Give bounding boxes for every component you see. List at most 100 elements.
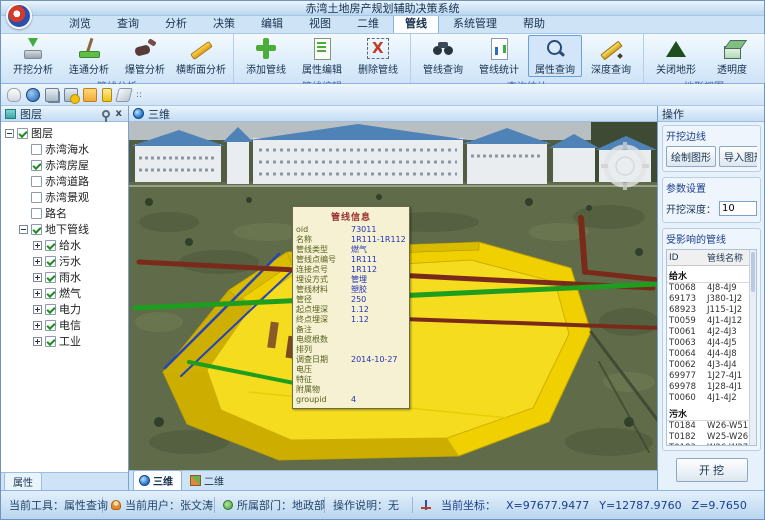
expand-toggle-icon[interactable]: [33, 257, 42, 266]
ribbon-button-depth[interactable]: 深度查询: [584, 35, 638, 77]
tree-item-给水[interactable]: 给水: [5, 237, 128, 253]
ribbon-buttons: 添加管线属性编辑删除管线: [239, 35, 405, 77]
cell-id: T0059: [667, 316, 705, 327]
layer-checkbox[interactable]: [31, 192, 42, 203]
ribbon-button-query[interactable]: 管线查询: [416, 35, 470, 77]
tree-item-赤湾房屋[interactable]: 赤湾房屋: [5, 157, 128, 173]
table-row[interactable]: 699771J27-4J1: [667, 371, 756, 382]
layer-checkbox[interactable]: [31, 144, 42, 155]
table-row[interactable]: T0182W25-W26: [667, 431, 756, 442]
table-row[interactable]: T00684J8-4J9: [667, 283, 756, 294]
tree-item-赤湾海水[interactable]: 赤湾海水: [5, 141, 128, 157]
ribbon-button-section[interactable]: 横断面分析: [174, 35, 228, 77]
excavate-button[interactable]: 开 挖: [676, 458, 748, 482]
ribbon-button-attredit[interactable]: 属性编辑: [295, 35, 349, 77]
popup-field-label: 管线点编号: [296, 255, 351, 265]
layer-checkbox[interactable]: [45, 272, 56, 283]
table-row[interactable]: 68923J115-1J2: [667, 305, 756, 316]
transparency-icon: [720, 38, 744, 60]
status-user-text: 当前用户：张文涛: [125, 497, 213, 513]
table-row[interactable]: T00624J3-4J4: [667, 360, 756, 371]
expand-toggle-icon[interactable]: [19, 225, 28, 234]
expand-toggle-icon[interactable]: [33, 289, 42, 298]
section-icon: [189, 38, 213, 60]
ribbon-button-excavate[interactable]: 开挖分析: [6, 35, 60, 77]
operation-panel-body: 开挖边线 绘制图形导入图形 参数设置 开挖深度： 受影响的管线 ID管线名称给水…: [658, 122, 764, 490]
table-row[interactable]: 69173J380-1J2: [667, 294, 756, 305]
screen-flag-icon[interactable]: [64, 88, 78, 102]
table-row[interactable]: T0183W26-W27: [667, 442, 756, 446]
ribbon-button-terrain[interactable]: 关闭地形: [649, 35, 703, 77]
ribbon-button-add[interactable]: 添加管线: [239, 35, 293, 77]
tree-item-图层[interactable]: 图层: [5, 125, 128, 141]
close-icon[interactable]: x: [114, 108, 124, 119]
tree-item-地下管线[interactable]: 地下管线: [5, 221, 128, 237]
tree-item-电信[interactable]: 电信: [5, 317, 128, 333]
layer-checkbox[interactable]: [31, 224, 42, 235]
layer-checkbox[interactable]: [45, 256, 56, 267]
tree-item-污水[interactable]: 污水: [5, 253, 128, 269]
toolbar-overflow-icon[interactable]: ::: [136, 90, 142, 100]
scene-3d[interactable]: 管线信息 oid73011名称1R111-1R112管线类型燃气管线点编号1R1…: [129, 122, 657, 470]
popup-row: groupid4: [296, 395, 406, 405]
ribbon-button-delete[interactable]: 删除管线: [351, 35, 405, 77]
battery-icon[interactable]: [102, 88, 112, 102]
tree-item-路名[interactable]: 路名: [5, 205, 128, 221]
view-tab-二维[interactable]: 二维: [184, 470, 233, 490]
expand-toggle-icon[interactable]: [33, 305, 42, 314]
expand-toggle-icon[interactable]: [33, 241, 42, 250]
app-logo-icon[interactable]: [6, 3, 32, 29]
tree-item-赤湾道路[interactable]: 赤湾道路: [5, 173, 128, 189]
pin-icon[interactable]: [102, 110, 110, 118]
layer-checkbox[interactable]: [45, 240, 56, 251]
popup-row: 排列: [296, 345, 406, 355]
table-row[interactable]: T00604J1-4J2: [667, 393, 756, 404]
ribbon-button-burst[interactable]: 爆管分析: [118, 35, 172, 77]
ribbon-group: 关闭地形透明度地形视图: [644, 34, 765, 83]
tree-item-赤湾景观[interactable]: 赤湾景观: [5, 189, 128, 205]
expand-toggle-icon[interactable]: [5, 129, 14, 138]
depth-icon: [599, 38, 623, 60]
layers-icon[interactable]: [115, 88, 132, 102]
ribbon-button-transparency[interactable]: 透明度: [705, 35, 759, 77]
ribbon-button-label: 属性编辑: [302, 61, 342, 76]
edge-button-导入图形[interactable]: 导入图形: [719, 146, 757, 167]
table-row[interactable]: T00634J4-4J5: [667, 338, 756, 349]
globe-icon[interactable]: [26, 88, 40, 102]
network-icon[interactable]: [45, 88, 59, 102]
expand-toggle-icon[interactable]: [33, 321, 42, 330]
layer-checkbox[interactable]: [31, 208, 42, 219]
expand-toggle-icon[interactable]: [33, 337, 42, 346]
status-department-text: 所属部门：地政部: [237, 497, 325, 513]
layer-checkbox[interactable]: [45, 288, 56, 299]
ribbon-group: 管线查询管线统计属性查询深度查询查询统计: [411, 34, 644, 83]
edge-button-绘制图形[interactable]: 绘制图形: [666, 146, 716, 167]
tree-item-label: 给水: [59, 237, 81, 253]
layer-checkbox[interactable]: [31, 160, 42, 171]
table-row[interactable]: T0184W26-W51: [667, 420, 756, 431]
table-scrollbar[interactable]: [749, 250, 756, 445]
ribbon-button-attrquery[interactable]: 属性查询: [528, 35, 582, 77]
layer-checkbox[interactable]: [17, 128, 28, 139]
view-tab-三维[interactable]: 三维: [133, 470, 182, 490]
layer-checkbox[interactable]: [45, 304, 56, 315]
tree-item-电力[interactable]: 电力: [5, 301, 128, 317]
layer-checkbox[interactable]: [31, 176, 42, 187]
tab-properties[interactable]: 属性: [4, 472, 42, 490]
pan-icon[interactable]: [7, 88, 21, 102]
table-row[interactable]: 699781J28-4J1: [667, 382, 756, 393]
layer-checkbox[interactable]: [45, 320, 56, 331]
cell-id: 69173: [667, 294, 705, 305]
layer-checkbox[interactable]: [45, 336, 56, 347]
ribbon-button-stat[interactable]: 管线统计: [472, 35, 526, 77]
depth-input[interactable]: [719, 201, 757, 216]
table-row[interactable]: T00614J2-4J3: [667, 327, 756, 338]
card-icon[interactable]: [83, 88, 97, 102]
table-row[interactable]: T00594J1-4J12: [667, 316, 756, 327]
table-row[interactable]: T00644J4-4J8: [667, 349, 756, 360]
ribbon-button-connect[interactable]: 连通分析: [62, 35, 116, 77]
expand-toggle-icon[interactable]: [33, 273, 42, 282]
tree-item-雨水[interactable]: 雨水: [5, 269, 128, 285]
tree-item-工业[interactable]: 工业: [5, 333, 128, 349]
tree-item-燃气[interactable]: 燃气: [5, 285, 128, 301]
